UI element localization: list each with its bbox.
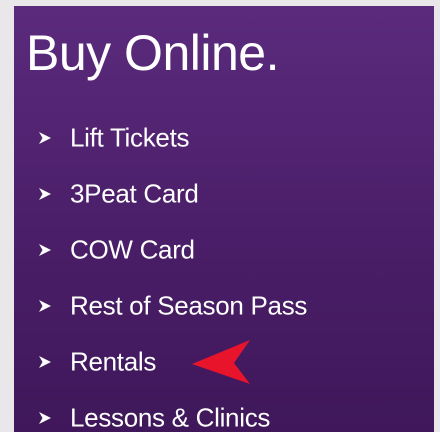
menu-item-label[interactable]: Rentals — [70, 348, 156, 374]
chevron-right-icon — [38, 243, 52, 257]
menu-item-rest-of-season-pass[interactable]: Rest of Season Pass — [14, 278, 434, 334]
menu-item-label[interactable]: Lift Tickets — [70, 124, 190, 150]
menu-item-3peat-card[interactable]: 3Peat Card — [14, 166, 434, 222]
menu-item-lift-tickets[interactable]: Lift Tickets — [14, 110, 434, 166]
panel-title: Buy Online. — [26, 25, 279, 81]
chevron-right-icon — [38, 355, 52, 369]
red-arrow-pointer-icon — [190, 338, 252, 386]
menu-item-label[interactable]: Rest of Season Pass — [70, 292, 307, 318]
menu-item-label[interactable]: Lessons & Clinics — [70, 404, 270, 430]
menu-item-cow-card[interactable]: COW Card — [14, 222, 434, 278]
buy-online-panel: Buy Online. Lift Tickets 3Peat Card COW … — [14, 6, 434, 432]
menu-item-label[interactable]: COW Card — [70, 236, 195, 262]
menu-item-lessons-clinics[interactable]: Lessons & Clinics — [14, 390, 434, 432]
chevron-right-icon — [38, 299, 52, 313]
buy-online-menu: Lift Tickets 3Peat Card COW Card Rest of… — [14, 110, 434, 432]
menu-item-label[interactable]: 3Peat Card — [70, 180, 199, 206]
chevron-right-icon — [38, 187, 52, 201]
chevron-right-icon — [38, 411, 52, 425]
chevron-right-icon — [38, 131, 52, 145]
menu-item-rentals[interactable]: Rentals — [14, 334, 434, 390]
